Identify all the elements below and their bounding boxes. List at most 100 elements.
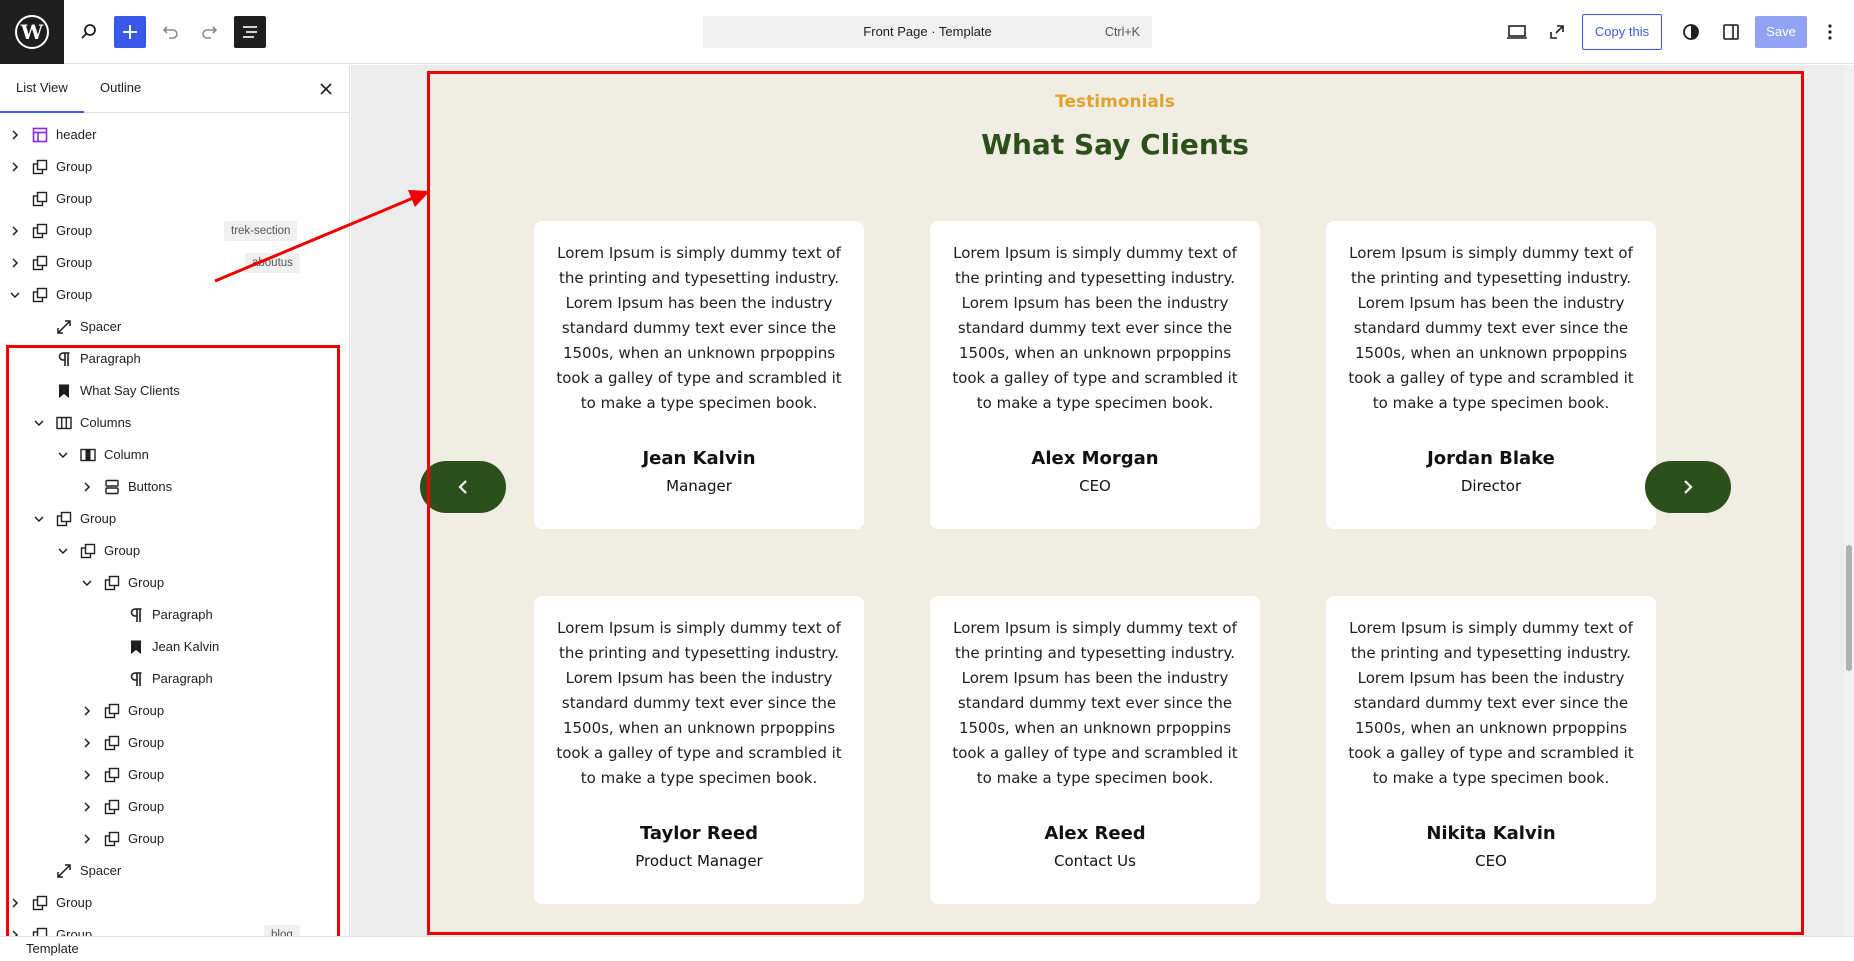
list-view-row[interactable]: Group bbox=[0, 503, 349, 535]
testimonial-text[interactable]: Lorem Ipsum is simply dummy text of the … bbox=[548, 616, 850, 791]
chevron-right-icon[interactable] bbox=[81, 769, 93, 781]
chevron-right-icon[interactable] bbox=[9, 929, 21, 936]
testimonial-card[interactable]: Lorem Ipsum is simply dummy text of the … bbox=[534, 596, 864, 904]
list-view-row[interactable]: Spacer bbox=[0, 311, 349, 343]
testimonial-name[interactable]: Jordan Blake bbox=[1326, 448, 1656, 469]
list-view-row[interactable]: Group bbox=[0, 727, 349, 759]
chevron-down-icon[interactable] bbox=[9, 289, 21, 301]
list-view-row[interactable]: Group aboutus bbox=[0, 247, 349, 279]
section-heading[interactable]: What Say Clients bbox=[429, 128, 1801, 161]
testimonial-text[interactable]: Lorem Ipsum is simply dummy text of the … bbox=[1340, 616, 1642, 791]
breadcrumb-template[interactable]: Template bbox=[26, 941, 79, 956]
heading-block-icon bbox=[128, 639, 144, 655]
list-view-row[interactable]: Group bbox=[0, 535, 349, 567]
chevron-right-icon[interactable] bbox=[9, 129, 21, 141]
paragraph-block-icon bbox=[128, 607, 144, 623]
group-block-icon bbox=[104, 767, 120, 783]
styles-button[interactable] bbox=[1675, 16, 1707, 48]
testimonial-role[interactable]: Manager bbox=[534, 477, 864, 495]
undo-button[interactable] bbox=[154, 16, 186, 48]
block-breadcrumb-footer: Template bbox=[0, 936, 1854, 961]
list-view-row[interactable]: Group bbox=[0, 695, 349, 727]
testimonial-text[interactable]: Lorem Ipsum is simply dummy text of the … bbox=[944, 241, 1246, 416]
testimonial-name[interactable]: Nikita Kalvin bbox=[1326, 823, 1656, 844]
chevron-down-icon[interactable] bbox=[57, 449, 69, 461]
list-view-row[interactable]: header bbox=[0, 119, 349, 151]
testimonial-role[interactable]: Product Manager bbox=[534, 852, 864, 870]
testimonial-card[interactable]: Lorem Ipsum is simply dummy text of the … bbox=[930, 221, 1260, 529]
slider-prev-button[interactable] bbox=[420, 461, 506, 513]
testimonial-card[interactable]: Lorem Ipsum is simply dummy text of the … bbox=[930, 596, 1260, 904]
list-view-row[interactable]: Paragraph bbox=[0, 343, 349, 375]
list-view-row[interactable]: Spacer bbox=[0, 855, 349, 887]
list-view-row[interactable]: Group bbox=[0, 823, 349, 855]
save-button[interactable]: Save bbox=[1755, 16, 1807, 48]
list-view-row[interactable]: Group bbox=[0, 151, 349, 183]
chevron-down-icon[interactable] bbox=[81, 577, 93, 589]
chevron-right-icon[interactable] bbox=[9, 225, 21, 237]
testimonial-role[interactable]: Contact Us bbox=[930, 852, 1260, 870]
add-block-button[interactable] bbox=[114, 16, 146, 48]
testimonial-card[interactable]: Lorem Ipsum is simply dummy text of the … bbox=[534, 221, 864, 529]
tab-outline[interactable]: Outline bbox=[84, 65, 157, 113]
testimonials-section[interactable]: Testimonials What Say Clients Lorem Ipsu… bbox=[420, 73, 1801, 931]
document-overview-button[interactable] bbox=[234, 16, 266, 48]
options-menu-button[interactable] bbox=[1814, 16, 1846, 48]
testimonial-text[interactable]: Lorem Ipsum is simply dummy text of the … bbox=[548, 241, 850, 416]
chevron-right-icon[interactable] bbox=[81, 705, 93, 717]
list-view-row[interactable]: Group bbox=[0, 183, 349, 215]
testimonial-role[interactable]: CEO bbox=[930, 477, 1260, 495]
testimonial-card[interactable]: Lorem Ipsum is simply dummy text of the … bbox=[1326, 596, 1656, 904]
group-block-icon bbox=[56, 511, 72, 527]
testimonial-role[interactable]: CEO bbox=[1326, 852, 1656, 870]
testimonial-name[interactable]: Alex Reed bbox=[930, 823, 1260, 844]
canvas-scrollbar[interactable] bbox=[1844, 65, 1854, 936]
list-view-row[interactable]: Group bbox=[0, 791, 349, 823]
scrollbar-thumb[interactable] bbox=[1846, 545, 1852, 671]
copy-this-button[interactable]: Copy this bbox=[1582, 14, 1662, 50]
list-view-row[interactable]: Group bbox=[0, 279, 349, 311]
chevron-right-icon[interactable] bbox=[81, 481, 93, 493]
list-view-row[interactable]: Buttons bbox=[0, 471, 349, 503]
open-new-tab-button[interactable] bbox=[1541, 16, 1573, 48]
command-palette-bar[interactable]: Front Page · Template Ctrl+K bbox=[703, 16, 1152, 48]
chevron-right-icon[interactable] bbox=[81, 737, 93, 749]
chevron-right-icon[interactable] bbox=[9, 257, 21, 269]
view-desktop-button[interactable] bbox=[1501, 16, 1533, 48]
testimonial-card[interactable]: Lorem Ipsum is simply dummy text of the … bbox=[1326, 221, 1656, 529]
list-view-row[interactable]: Group bbox=[0, 759, 349, 791]
search-button[interactable] bbox=[73, 16, 105, 48]
chevron-right-icon[interactable] bbox=[81, 833, 93, 845]
settings-sidebar-button[interactable] bbox=[1715, 16, 1747, 48]
chevron-right-icon[interactable] bbox=[81, 801, 93, 813]
more-vertical-icon bbox=[1828, 24, 1832, 40]
list-view-row[interactable]: Group blog bbox=[0, 919, 349, 936]
close-sidebar-button[interactable] bbox=[316, 79, 336, 99]
chevron-right-icon[interactable] bbox=[9, 897, 21, 909]
list-view-row[interactable]: Columns bbox=[0, 407, 349, 439]
tab-list-view[interactable]: List View bbox=[0, 65, 84, 113]
list-view-row[interactable]: Group trek-section bbox=[0, 215, 349, 247]
list-view-row-label: Paragraph bbox=[152, 607, 213, 622]
list-view-row[interactable]: What Say Clients bbox=[0, 375, 349, 407]
slider-next-button[interactable] bbox=[1645, 461, 1731, 513]
list-view-row[interactable]: Paragraph bbox=[0, 663, 349, 695]
chevron-right-icon[interactable] bbox=[9, 161, 21, 173]
list-view-row[interactable]: Group bbox=[0, 887, 349, 919]
testimonial-name[interactable]: Alex Morgan bbox=[930, 448, 1260, 469]
testimonial-name[interactable]: Jean Kalvin bbox=[534, 448, 864, 469]
chevron-down-icon[interactable] bbox=[33, 417, 45, 429]
testimonial-text[interactable]: Lorem Ipsum is simply dummy text of the … bbox=[944, 616, 1246, 791]
chevron-down-icon[interactable] bbox=[57, 545, 69, 557]
testimonial-text[interactable]: Lorem Ipsum is simply dummy text of the … bbox=[1340, 241, 1642, 416]
list-view-row[interactable]: Column bbox=[0, 439, 349, 471]
redo-button[interactable] bbox=[194, 16, 226, 48]
wordpress-logo-button[interactable]: W bbox=[0, 0, 64, 64]
section-eyebrow[interactable]: Testimonials bbox=[429, 92, 1801, 112]
testimonial-role[interactable]: Director bbox=[1326, 477, 1656, 495]
list-view-row[interactable]: Jean Kalvin bbox=[0, 631, 349, 663]
list-view-row[interactable]: Paragraph bbox=[0, 599, 349, 631]
testimonial-name[interactable]: Taylor Reed bbox=[534, 823, 864, 844]
chevron-down-icon[interactable] bbox=[33, 513, 45, 525]
list-view-row[interactable]: Group bbox=[0, 567, 349, 599]
